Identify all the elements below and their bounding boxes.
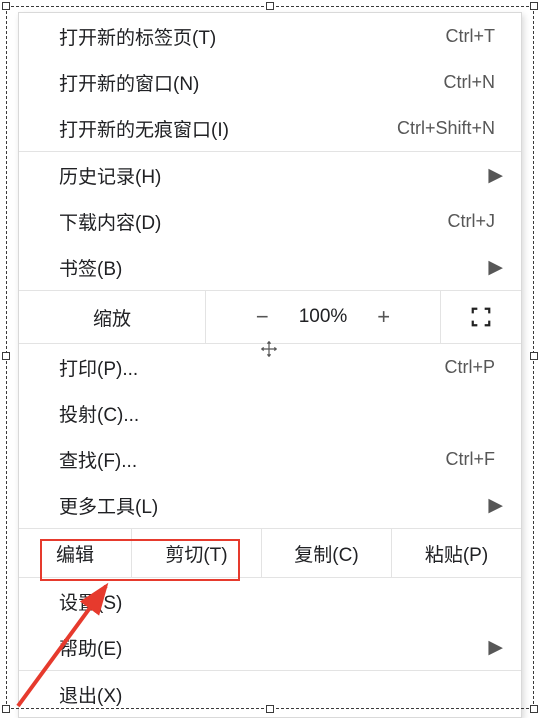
menu-label: 退出(X): [59, 681, 503, 708]
selection-handle-icon: [2, 2, 10, 10]
menu-item-downloads[interactable]: 下载内容(D) Ctrl+J: [19, 198, 521, 244]
menu-item-new-tab[interactable]: 打开新的标签页(T) Ctrl+T: [19, 13, 521, 59]
menu-label: 投射(C)...: [59, 400, 503, 427]
menu-item-settings[interactable]: 设置(S): [19, 578, 521, 624]
selection-handle-icon: [530, 705, 538, 713]
menu-item-new-incognito[interactable]: 打开新的无痕窗口(I) Ctrl+Shift+N: [19, 105, 521, 151]
selection-handle-icon: [530, 352, 538, 360]
menu-shortcut: Ctrl+N: [443, 72, 495, 93]
edit-paste-button[interactable]: 粘贴(P): [392, 529, 521, 577]
menu-item-bookmarks[interactable]: 书签(B) ▶: [19, 244, 521, 290]
menu-label: 下载内容(D): [59, 208, 447, 235]
selection-handle-icon: [266, 705, 274, 713]
selection-handle-icon: [266, 2, 274, 10]
menu-label: 打开新的窗口(N): [59, 69, 443, 96]
menu-shortcut: Ctrl+P: [444, 357, 495, 378]
submenu-arrow-icon: ▶: [488, 164, 503, 187]
menu-shortcut: Ctrl+F: [446, 449, 496, 470]
menu-item-new-window[interactable]: 打开新的窗口(N) Ctrl+N: [19, 59, 521, 105]
menu-label: 书签(B): [59, 254, 480, 281]
zoom-controls: − 100% +: [206, 304, 440, 330]
edit-cut-button[interactable]: 剪切(T): [132, 529, 262, 577]
menu-label: 更多工具(L): [59, 492, 480, 519]
menu-item-edit: 编辑 剪切(T) 复制(C) 粘贴(P): [19, 528, 521, 578]
fullscreen-icon: [470, 306, 492, 328]
submenu-arrow-icon: ▶: [488, 494, 503, 517]
menu-label: 帮助(E): [59, 634, 480, 661]
selection-handle-icon: [530, 2, 538, 10]
menu-item-print[interactable]: 打印(P)... Ctrl+P: [19, 344, 521, 390]
submenu-arrow-icon: ▶: [488, 256, 503, 279]
zoom-label: 缩放: [19, 291, 206, 343]
menu-item-more-tools[interactable]: 更多工具(L) ▶: [19, 482, 521, 528]
menu-label: 设置(S): [59, 588, 503, 615]
menu-item-cast[interactable]: 投射(C)...: [19, 390, 521, 436]
zoom-value: 100%: [299, 306, 348, 328]
selection-handle-icon: [2, 705, 10, 713]
menu-item-help[interactable]: 帮助(E) ▶: [19, 624, 521, 670]
menu-label: 打印(P)...: [59, 354, 444, 381]
menu-label: 历史记录(H): [59, 162, 480, 189]
edit-label: 编辑: [19, 529, 132, 577]
menu-shortcut: Ctrl+Shift+N: [397, 118, 495, 139]
menu-shortcut: Ctrl+J: [447, 211, 495, 232]
submenu-arrow-icon: ▶: [488, 636, 503, 659]
menu-item-find[interactable]: 查找(F)... Ctrl+F: [19, 436, 521, 482]
menu-shortcut: Ctrl+T: [446, 26, 496, 47]
menu-item-history[interactable]: 历史记录(H) ▶: [19, 152, 521, 198]
menu-label: 打开新的标签页(T): [59, 23, 446, 50]
edit-copy-button[interactable]: 复制(C): [262, 529, 392, 577]
menu-label: 查找(F)...: [59, 446, 446, 473]
fullscreen-button[interactable]: [440, 291, 521, 343]
menu-label: 打开新的无痕窗口(I): [59, 115, 397, 142]
zoom-out-button[interactable]: −: [248, 304, 277, 330]
chrome-main-menu: 打开新的标签页(T) Ctrl+T 打开新的窗口(N) Ctrl+N 打开新的无…: [18, 12, 522, 718]
menu-item-zoom: 缩放 − 100% +: [19, 290, 521, 344]
selection-handle-icon: [2, 352, 10, 360]
zoom-in-button[interactable]: +: [369, 304, 398, 330]
